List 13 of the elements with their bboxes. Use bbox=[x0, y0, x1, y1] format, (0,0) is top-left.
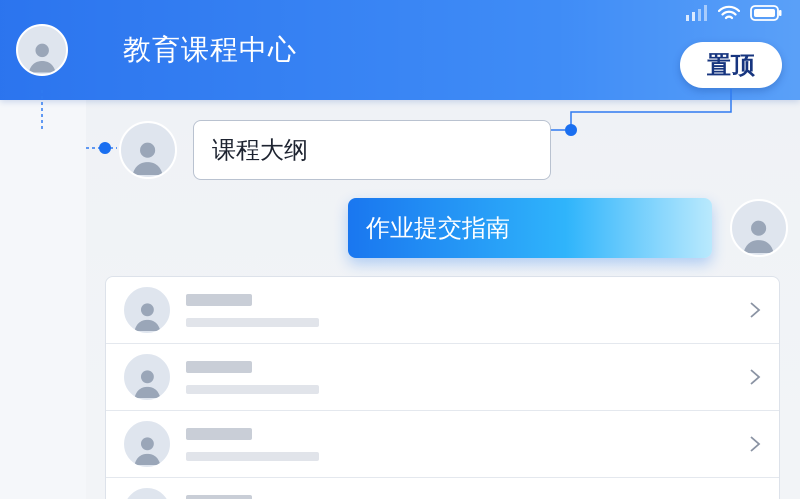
placeholder-bar bbox=[186, 428, 252, 440]
battery-icon bbox=[750, 5, 782, 21]
chevron-right-icon bbox=[749, 368, 761, 386]
chevron-right-icon bbox=[749, 301, 761, 319]
page-title: 教育课程中心 bbox=[123, 32, 297, 68]
placeholder-bar bbox=[186, 294, 252, 306]
pin-button[interactable]: 置顶 bbox=[680, 42, 782, 88]
wifi-icon bbox=[718, 5, 740, 21]
chat-bubble[interactable]: 课程大纲 bbox=[193, 120, 551, 180]
signal-icon bbox=[686, 5, 708, 21]
chevron-right-icon bbox=[749, 435, 761, 453]
placeholder-bar bbox=[186, 360, 252, 372]
avatar-placeholder bbox=[16, 24, 68, 76]
